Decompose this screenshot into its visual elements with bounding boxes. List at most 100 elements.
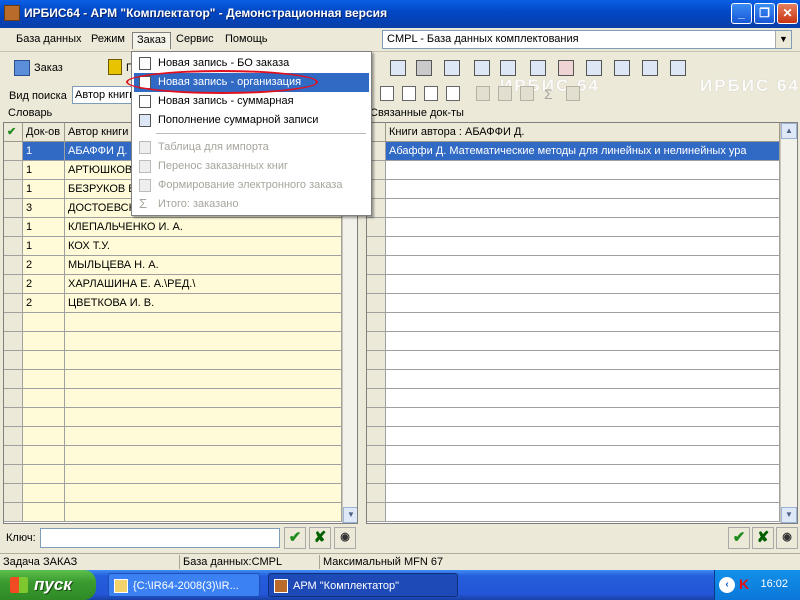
- cell-author[interactable]: [65, 351, 342, 370]
- cell-count[interactable]: [23, 446, 65, 465]
- cell-book[interactable]: [386, 408, 780, 427]
- row-indicator[interactable]: [367, 370, 386, 389]
- cell-book[interactable]: [386, 389, 780, 408]
- row-indicator[interactable]: [4, 332, 23, 351]
- start-button[interactable]: пуск: [0, 570, 96, 600]
- row-indicator[interactable]: [367, 503, 386, 522]
- row-indicator[interactable]: [367, 313, 386, 332]
- row-indicator[interactable]: [4, 275, 23, 294]
- cell-count[interactable]: [23, 503, 65, 522]
- cell-book[interactable]: [386, 503, 780, 522]
- printer-icon[interactable]: [416, 60, 432, 76]
- row-indicator[interactable]: [4, 180, 23, 199]
- cell-author[interactable]: [65, 484, 342, 503]
- cell-author[interactable]: [65, 370, 342, 389]
- cell-book[interactable]: [386, 446, 780, 465]
- new-doc-3-icon[interactable]: [424, 86, 438, 101]
- scroll-down-icon[interactable]: ▼: [781, 507, 797, 523]
- row-indicator[interactable]: [367, 446, 386, 465]
- cell-count[interactable]: 2: [23, 275, 65, 294]
- cell-book[interactable]: [386, 465, 780, 484]
- cell-book[interactable]: [386, 313, 780, 332]
- scroll-up-icon[interactable]: ▲: [781, 123, 797, 139]
- edit-record-icon[interactable]: [390, 60, 406, 76]
- cell-author[interactable]: [65, 465, 342, 484]
- cell-count[interactable]: [23, 408, 65, 427]
- row-indicator[interactable]: [367, 218, 386, 237]
- menu-order[interactable]: Заказ: [132, 32, 171, 49]
- check-all-icon[interactable]: ✔: [4, 123, 23, 142]
- chevron-down-icon[interactable]: ▼: [775, 31, 791, 48]
- cell-author[interactable]: МЫЛЬЦЕВА Н. А.: [65, 256, 342, 275]
- menu-mode[interactable]: Режим: [87, 32, 129, 49]
- column-header-count[interactable]: Док-ов: [23, 123, 65, 142]
- cell-count[interactable]: [23, 370, 65, 389]
- cell-count[interactable]: [23, 484, 65, 503]
- cell-author[interactable]: [65, 389, 342, 408]
- menuitem-replenish-summary[interactable]: Пополнение суммарной записи: [134, 111, 369, 130]
- copy-icon[interactable]: [474, 60, 490, 76]
- cell-book[interactable]: [386, 180, 780, 199]
- row-indicator[interactable]: [367, 256, 386, 275]
- cell-book[interactable]: [386, 199, 780, 218]
- cell-count[interactable]: 2: [23, 256, 65, 275]
- order-button[interactable]: Заказ: [12, 57, 67, 79]
- right-scrollbar[interactable]: ▲ ▼: [780, 123, 797, 523]
- cell-book[interactable]: [386, 427, 780, 446]
- cell-book[interactable]: [386, 351, 780, 370]
- cancel-button[interactable]: ✘: [309, 527, 331, 549]
- cell-book[interactable]: [386, 218, 780, 237]
- right-ok-button[interactable]: ✔: [728, 527, 750, 549]
- menuitem-new-summary-record[interactable]: Новая запись - суммарная: [134, 92, 369, 111]
- row-indicator[interactable]: [367, 332, 386, 351]
- row-indicator[interactable]: [367, 389, 386, 408]
- cell-book[interactable]: [386, 294, 780, 313]
- taskbar-item-app[interactable]: АРМ "Комплектатор": [268, 573, 458, 597]
- add-doc-icon[interactable]: [446, 86, 460, 101]
- document-icon[interactable]: [500, 60, 516, 76]
- cell-count[interactable]: 1: [23, 180, 65, 199]
- cell-book[interactable]: [386, 161, 780, 180]
- cell-book[interactable]: [386, 370, 780, 389]
- print-icon[interactable]: [108, 59, 122, 75]
- ok-button[interactable]: ✔: [284, 527, 306, 549]
- cell-book[interactable]: [386, 484, 780, 503]
- close-button[interactable]: ✕: [777, 3, 798, 24]
- graph-icon[interactable]: [642, 60, 658, 76]
- row-indicator[interactable]: [4, 446, 23, 465]
- chart-icon[interactable]: [558, 60, 574, 76]
- cell-author[interactable]: КОХ Т.У.: [65, 237, 342, 256]
- taskbar-item-folder[interactable]: {C:\IR64-2008(3)\IR...: [108, 573, 260, 597]
- cell-author[interactable]: [65, 332, 342, 351]
- calendar-icon[interactable]: [614, 60, 630, 76]
- cell-count[interactable]: 1: [23, 142, 65, 161]
- minimize-button[interactable]: _: [731, 3, 752, 24]
- refresh-icon[interactable]: [670, 60, 686, 76]
- cell-count[interactable]: [23, 332, 65, 351]
- row-indicator[interactable]: [4, 484, 23, 503]
- key-input[interactable]: [40, 528, 280, 548]
- antivirus-icon[interactable]: K: [739, 576, 749, 592]
- view-icon[interactable]: ◉: [334, 527, 356, 549]
- list-icon[interactable]: [586, 60, 602, 76]
- cell-author[interactable]: ЦВЕТКОВА И. В.: [65, 294, 342, 313]
- row-indicator[interactable]: [4, 237, 23, 256]
- export-icon[interactable]: [444, 60, 460, 76]
- cell-count[interactable]: [23, 465, 65, 484]
- row-indicator[interactable]: [367, 294, 386, 313]
- row-indicator[interactable]: [4, 142, 23, 161]
- cell-count[interactable]: 3: [23, 199, 65, 218]
- cell-author[interactable]: [65, 503, 342, 522]
- new-doc-icon[interactable]: [380, 86, 394, 101]
- cell-count[interactable]: 2: [23, 294, 65, 313]
- row-indicator[interactable]: [367, 465, 386, 484]
- row-indicator[interactable]: [367, 484, 386, 503]
- tray-arrow-icon[interactable]: ‹: [719, 577, 735, 593]
- row-indicator[interactable]: [367, 237, 386, 256]
- row-indicator[interactable]: [367, 351, 386, 370]
- row-indicator[interactable]: [4, 465, 23, 484]
- cell-count[interactable]: [23, 427, 65, 446]
- cell-author[interactable]: ХАРЛАШИНА Е. А.\РЕД.\: [65, 275, 342, 294]
- row-indicator[interactable]: [4, 389, 23, 408]
- cell-count[interactable]: 1: [23, 218, 65, 237]
